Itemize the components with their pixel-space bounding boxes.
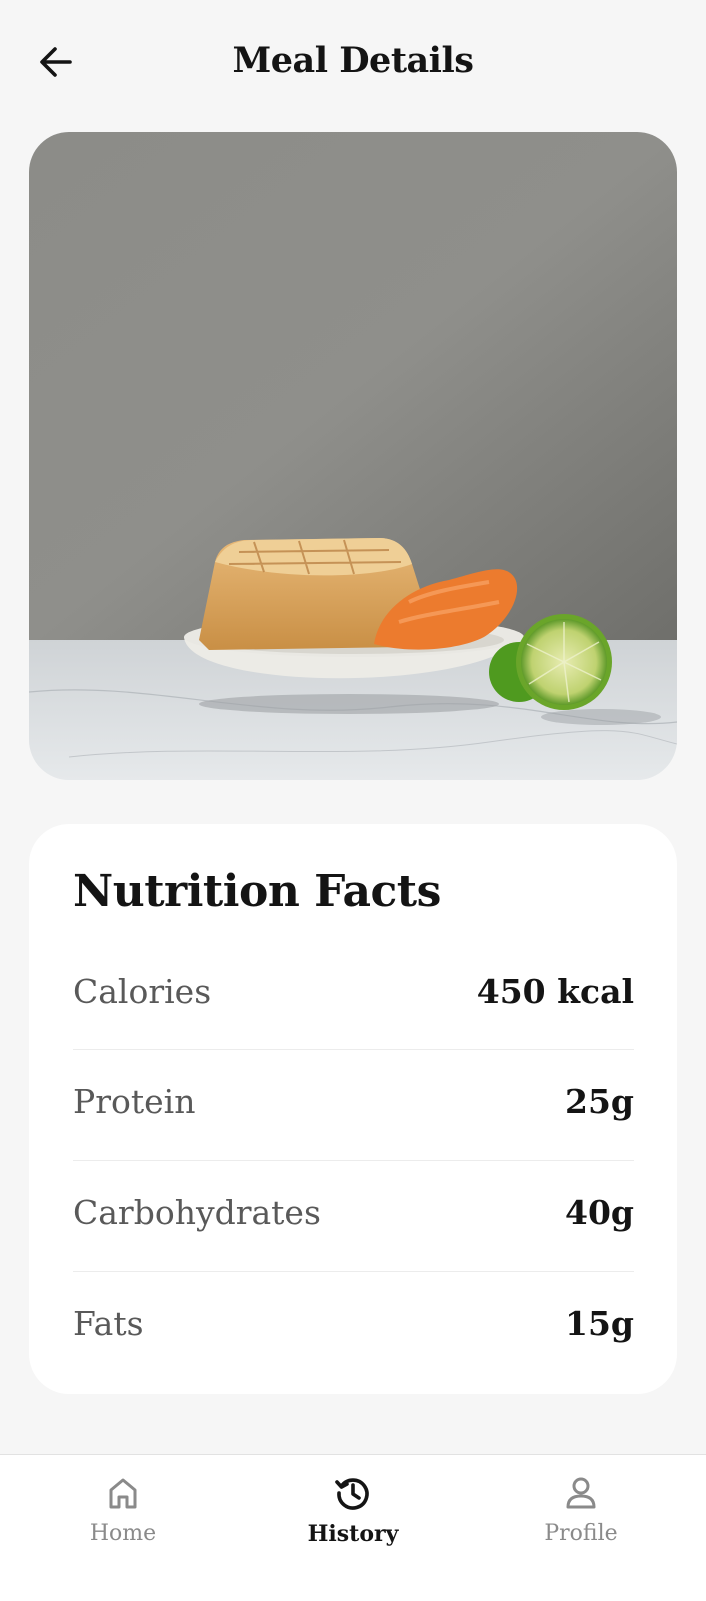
nutrition-label: Carbohydrates <box>73 1192 321 1232</box>
nav-item-profile[interactable]: Profile <box>491 1473 671 1573</box>
nutrition-value: 40g <box>565 1192 634 1232</box>
nutrition-row-protein: Protein 25g <box>73 1046 634 1156</box>
nav-label-profile: Profile <box>544 1521 618 1546</box>
nutrition-row-calories: Calories 450 kcal <box>73 936 634 1046</box>
nav-item-history[interactable]: History <box>263 1473 443 1573</box>
nutrition-row-carbohydrates: Carbohydrates 40g <box>73 1157 634 1267</box>
nutrition-facts-title: Nutrition Facts <box>73 866 441 917</box>
home-icon <box>109 1478 137 1509</box>
nutrition-label: Calories <box>73 971 212 1011</box>
nav-item-home[interactable]: Home <box>33 1473 213 1573</box>
history-icon <box>335 1478 369 1510</box>
profile-icon <box>566 1477 596 1509</box>
nutrition-row-fats: Fats 15g <box>73 1268 634 1378</box>
nutrition-label: Fats <box>73 1303 144 1343</box>
nav-label-history: History <box>307 1521 399 1547</box>
nutrition-value: 25g <box>565 1081 634 1121</box>
page-title: Meal Details <box>232 40 474 81</box>
nutrition-label: Protein <box>73 1081 196 1121</box>
nutrition-facts-card: Nutrition Facts Calories 450 kcal Protei… <box>29 824 677 1394</box>
nutrition-value: 450 kcal <box>476 971 634 1011</box>
nutrition-value: 15g <box>565 1303 634 1343</box>
meal-photo <box>29 132 677 780</box>
nav-label-home: Home <box>89 1521 157 1546</box>
bottom-navigation: Home History Profile <box>0 1454 706 1601</box>
top-app-bar: Meal Details <box>0 0 706 125</box>
